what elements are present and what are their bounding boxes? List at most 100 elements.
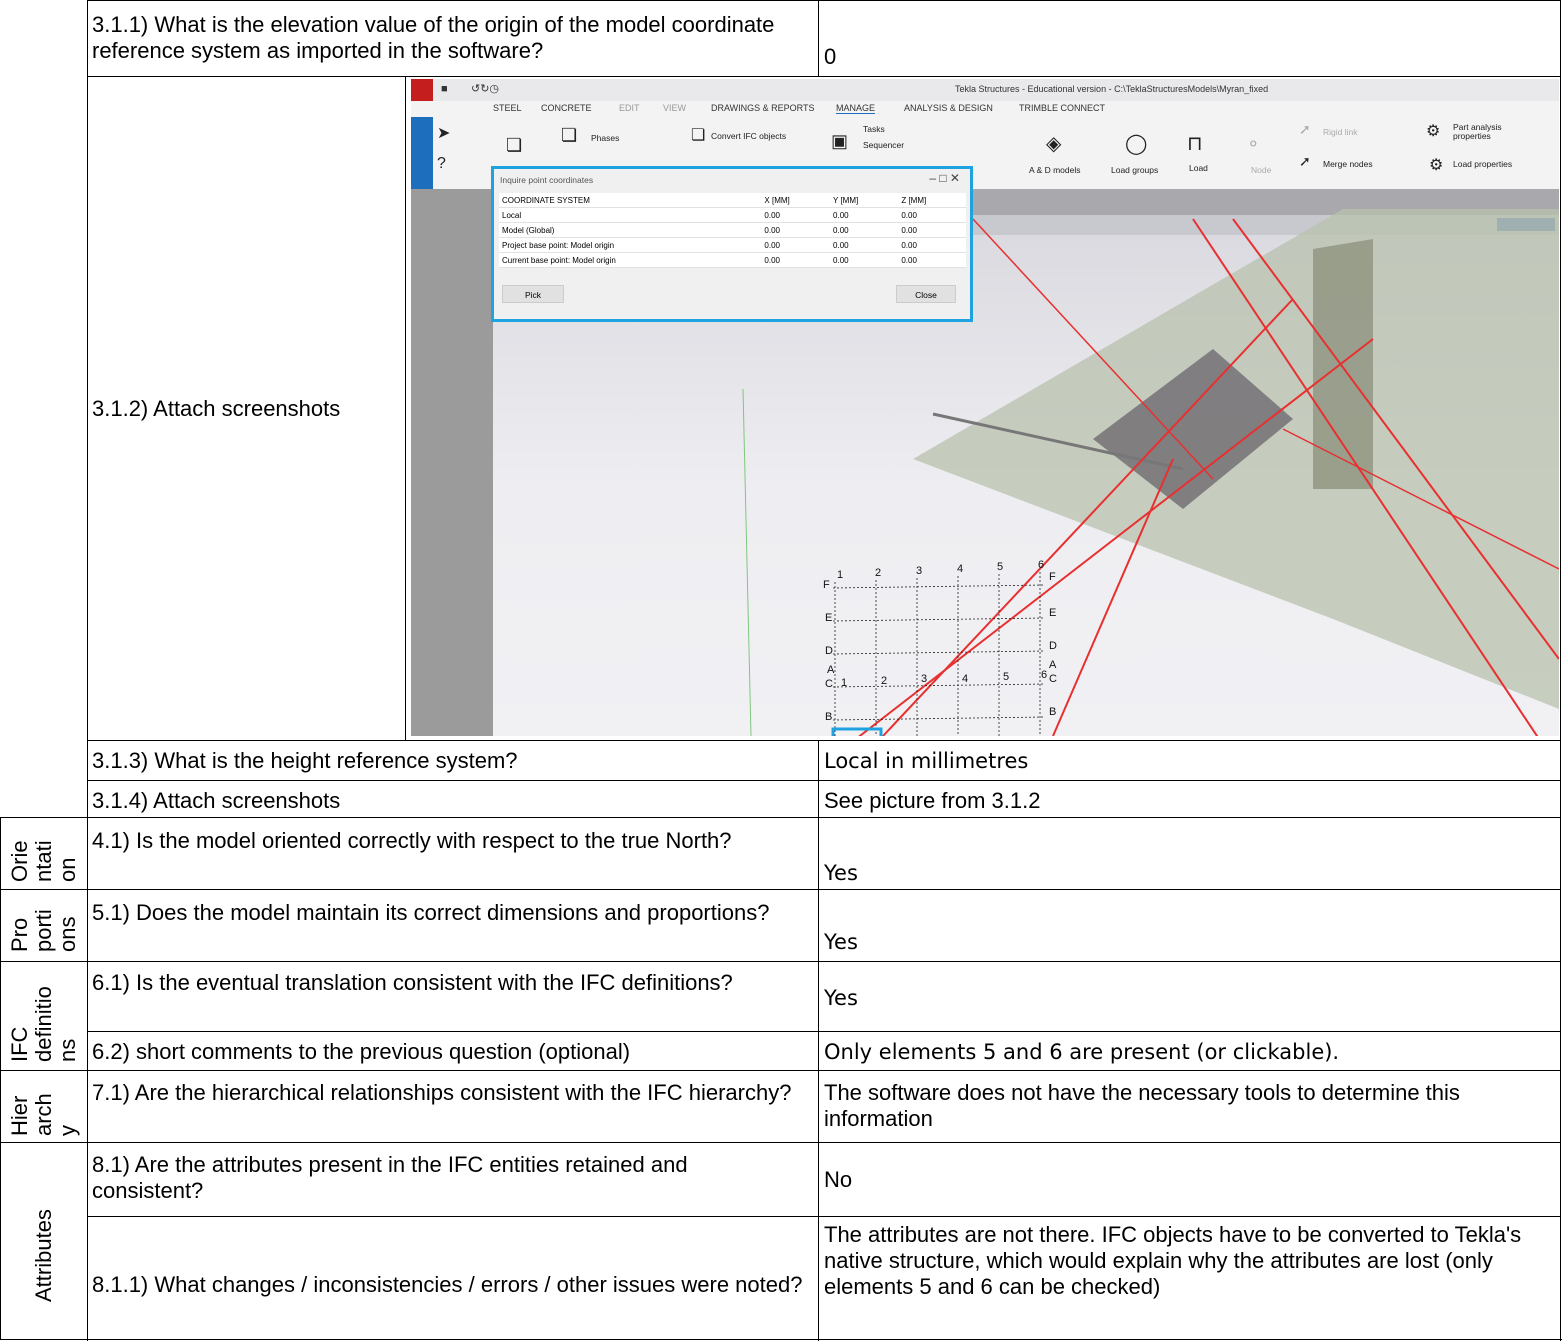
row-line [87, 1031, 1561, 1032]
table-row: Model (Global) 0.00 0.00 0.00 [499, 222, 966, 238]
ribbon-sequencer[interactable]: Sequencer [863, 140, 904, 150]
grid-row-left: A [827, 664, 835, 676]
col-divider-section [87, 0, 88, 1341]
ribbon-phases[interactable]: Phases [591, 133, 619, 143]
y-value: 0.00 [830, 252, 899, 268]
undo-redo-icon[interactable]: ↺↻◷ [471, 82, 499, 95]
background-area [411, 189, 493, 736]
grid-row-left: C [825, 678, 833, 690]
grid-col-top: 3 [916, 565, 923, 577]
side-panel-toggle[interactable] [411, 117, 433, 189]
x-value: 0.00 [761, 252, 831, 268]
row-line [0, 961, 1561, 962]
question-6-2: 6.2) short comments to the previous ques… [92, 1039, 631, 1064]
help-icon[interactable]: ? [437, 155, 446, 173]
merge-nodes-icon[interactable]: ➚ [1299, 153, 1311, 170]
ribbon-part-analysis[interactable]: Part analysis properties [1453, 123, 1513, 141]
pointer-icon[interactable]: ➤ [437, 123, 450, 143]
load-properties-icon[interactable]: ⚙ [1429, 155, 1443, 175]
table-border-bottom [0, 1339, 1562, 1340]
ribbon-tabs: STEEL CONCRETE EDIT VIEW DRAWINGS & REPO… [411, 101, 1559, 117]
grid-row-right: C [1049, 673, 1057, 685]
ribbon-convert-ifc[interactable]: Convert IFC objects [711, 131, 786, 141]
convert-icon[interactable]: ❏ [691, 125, 705, 145]
ribbon-load[interactable]: Load [1189, 163, 1208, 173]
grid-col-top: 2 [875, 567, 882, 579]
tab-trimble-connect[interactable]: TRIMBLE CONNECT [1019, 103, 1105, 113]
axis-line-green [742, 388, 752, 736]
close-button[interactable]: Close [896, 285, 956, 303]
tekla-screenshot: ■ ↺↻◷ Tekla Structures - Educational ver… [411, 79, 1559, 736]
section-attributes: Attributes [31, 1209, 56, 1302]
answer-6-1: Yes [824, 986, 858, 1010]
answer-8-1: No [824, 1167, 853, 1192]
tab-drawings-reports[interactable]: DRAWINGS & REPORTS [711, 103, 815, 113]
ribbon-node[interactable]: Node [1251, 165, 1271, 175]
grid-row-left: F [823, 579, 830, 591]
ad-models-icon[interactable]: ◈ [1046, 131, 1061, 156]
answer-5-1: Yes [824, 930, 858, 954]
row-line [0, 1070, 1561, 1071]
y-value: 0.00 [830, 237, 899, 253]
tab-steel[interactable]: STEEL [493, 103, 522, 113]
x-value: 0.00 [761, 222, 831, 238]
lock-icon[interactable]: ▣ [831, 131, 848, 152]
col-divider-a2 [818, 741, 819, 1341]
ribbon-tasks[interactable]: Tasks [863, 124, 885, 134]
col-header: Z [MM] [898, 193, 966, 208]
grid-row-right: F [1049, 571, 1056, 583]
load-groups-icon[interactable]: ◯ [1125, 131, 1147, 156]
grid-col-bottom: 5 [1003, 671, 1010, 683]
tab-concrete[interactable]: CONCRETE [541, 103, 592, 113]
load-icon[interactable]: ⊓ [1187, 131, 1203, 156]
ribbon-load-groups[interactable]: Load groups [1111, 165, 1158, 175]
x-value: 0.00 [761, 237, 831, 253]
grid-col-bottom: 6 [1041, 669, 1048, 681]
selection-tools: ➤ ? [433, 117, 493, 189]
dialog-title: Inquire point coordinates [500, 175, 594, 185]
inquire-point-dialog: Inquire point coordinates – □ ✕ COORDINA… [491, 166, 973, 322]
row-line [0, 1142, 1561, 1143]
section-proportions: Pro porti ons [7, 909, 80, 952]
answer-8-1-1: The attributes are not there. IFC object… [824, 1222, 1522, 1299]
ribbon-rigid-link[interactable]: Rigid link [1323, 127, 1358, 137]
grid-col-top: 5 [997, 561, 1004, 573]
question-3-1-4: 3.1.4) Attach screenshots [92, 788, 341, 813]
tab-analysis-design[interactable]: ANALYSIS & DESIGN [904, 103, 993, 113]
tab-view[interactable]: VIEW [663, 103, 686, 113]
section-orientation: Orie ntati on [7, 840, 80, 882]
part-analysis-icon[interactable]: ⚙ [1426, 121, 1440, 141]
question-8-1-1: 8.1.1) What changes / inconsistencies / … [92, 1272, 803, 1297]
node-icon[interactable]: ∘ [1247, 131, 1260, 156]
col-divider-shot [405, 77, 406, 741]
organizer-icon[interactable]: ❏ [506, 135, 522, 156]
question-7-1: 7.1) Are the hierarchical relationships … [92, 1080, 792, 1105]
question-4-1: 4.1) Is the model oriented correctly wit… [92, 828, 732, 853]
coordinates-table: COORDINATE SYSTEM X [MM] Y [MM] Z [MM] L… [499, 193, 966, 268]
col-header: COORDINATE SYSTEM [499, 193, 762, 208]
grid-row-left: E [825, 612, 833, 624]
z-value: 0.00 [898, 237, 966, 253]
building-wing [1313, 239, 1373, 489]
table-row: Current base point: Model origin 0.00 0.… [499, 252, 966, 268]
pick-button[interactable]: Pick [502, 285, 564, 303]
dialog-window-controls[interactable]: – □ ✕ [929, 171, 960, 185]
grid-col-top: 1 [837, 569, 844, 581]
tab-edit[interactable]: EDIT [619, 103, 640, 113]
rigid-link-icon[interactable]: ➚ [1299, 121, 1311, 138]
save-icon[interactable]: ■ [441, 83, 448, 95]
z-value: 0.00 [898, 252, 966, 268]
answer-3-1-1: 0 [824, 44, 837, 69]
table-border-left [0, 817, 1, 1340]
tab-manage[interactable]: MANAGE [836, 103, 876, 114]
answer-6-2: Only elements 5 and 6 are present (or cl… [824, 1040, 1340, 1064]
ribbon-merge-nodes[interactable]: Merge nodes [1323, 159, 1373, 169]
ribbon-load-properties[interactable]: Load properties [1453, 159, 1512, 169]
table-border-right [1560, 0, 1561, 1341]
ribbon-ad-models[interactable]: A & D models [1029, 165, 1081, 175]
coord-system-local: Local [499, 207, 762, 223]
phases-icon[interactable]: ❏ [561, 125, 577, 146]
grid-row-right: B [1049, 706, 1057, 718]
col-header: X [MM] [761, 193, 831, 208]
y-value: 0.00 [830, 222, 899, 238]
